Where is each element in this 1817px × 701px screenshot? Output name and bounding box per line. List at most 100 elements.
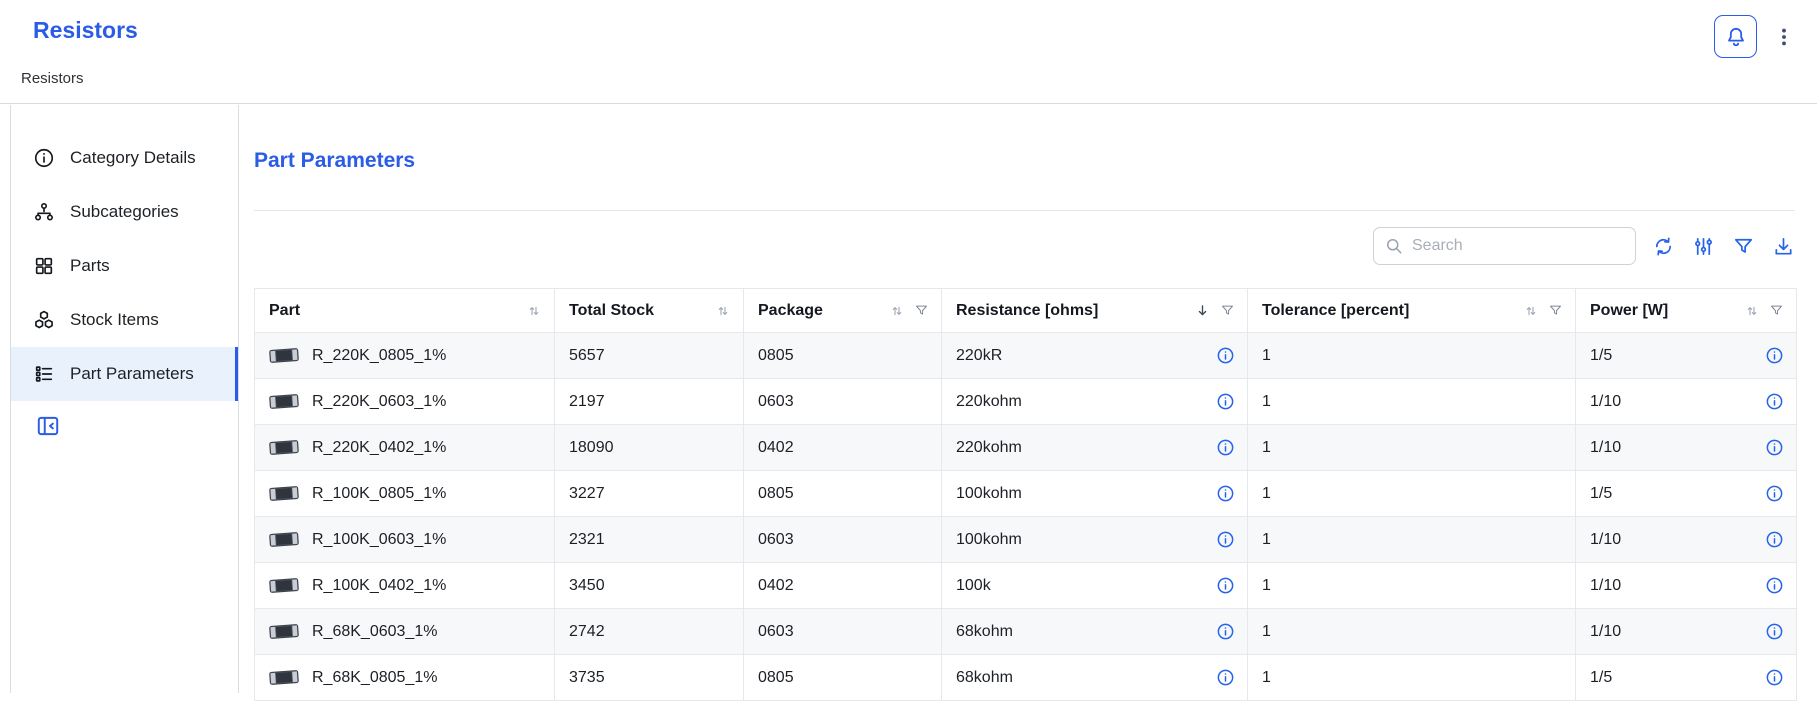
table-row[interactable]: R_220K_0603_1%21970603220kohm11/10 xyxy=(255,379,1797,425)
column-header-part[interactable]: Part xyxy=(255,289,555,333)
page-title: Resistors xyxy=(33,17,138,44)
cell-package: 0805 xyxy=(744,471,942,517)
cell-part: R_68K_0603_1% xyxy=(255,609,555,655)
column-header-resistance[interactable]: Resistance [ohms] xyxy=(942,289,1248,333)
column-filter-icon[interactable] xyxy=(1769,303,1784,318)
cell-value: 3735 xyxy=(569,669,605,686)
sidebar-item-part-parameters[interactable]: Part Parameters xyxy=(11,347,238,401)
cell-part: R_100K_0603_1% xyxy=(255,517,555,563)
sidebar-item-category-details[interactable]: Category Details xyxy=(11,131,238,185)
sidebar-item-label: Stock Items xyxy=(70,310,159,330)
column-filter-icon[interactable] xyxy=(1548,303,1563,318)
sort-icon[interactable] xyxy=(1523,303,1539,319)
table-row[interactable]: R_100K_0805_1%32270805100kohm11/5 xyxy=(255,471,1797,517)
cell-value: 2321 xyxy=(569,531,605,548)
part-name: R_100K_0603_1% xyxy=(312,531,446,549)
main-panel: Part Parameters PartTotal StockPackageRe… xyxy=(240,105,1817,693)
column-header-package[interactable]: Package xyxy=(744,289,942,333)
info-icon[interactable] xyxy=(1216,622,1235,641)
part-name: R_220K_0402_1% xyxy=(312,439,446,457)
info-icon[interactable] xyxy=(1765,530,1784,549)
cell-package: 0603 xyxy=(744,379,942,425)
sort-desc-icon[interactable] xyxy=(1194,302,1211,319)
refresh-icon xyxy=(1652,235,1675,258)
info-icon[interactable] xyxy=(1765,668,1784,687)
cell-part: R_100K_0805_1% xyxy=(255,471,555,517)
cell-value: 68kohm xyxy=(956,623,1013,641)
download-button[interactable] xyxy=(1772,235,1795,258)
cell-total_stock: 2742 xyxy=(555,609,744,655)
column-header-power[interactable]: Power [W] xyxy=(1576,289,1797,333)
info-icon[interactable] xyxy=(1765,438,1784,457)
cell-package: 0402 xyxy=(744,563,942,609)
column-header-tolerance[interactable]: Tolerance [percent] xyxy=(1248,289,1576,333)
column-header-total_stock[interactable]: Total Stock xyxy=(555,289,744,333)
sort-icon[interactable] xyxy=(889,303,905,319)
breadcrumb: Resistors xyxy=(21,70,84,87)
sidebar-item-parts[interactable]: Parts xyxy=(11,239,238,293)
info-icon[interactable] xyxy=(1216,392,1235,411)
sidebar-item-subcategories[interactable]: Subcategories xyxy=(11,185,238,239)
cell-power: 1/5 xyxy=(1576,655,1797,701)
sort-icon[interactable] xyxy=(526,303,542,319)
info-icon[interactable] xyxy=(1216,346,1235,365)
cell-resistance: 68kohm xyxy=(942,609,1248,655)
cell-power: 1/10 xyxy=(1576,425,1797,471)
kebab-menu-icon xyxy=(1773,26,1795,48)
column-filter-icon[interactable] xyxy=(914,303,929,318)
sort-icon[interactable] xyxy=(1744,303,1760,319)
cell-total_stock: 2197 xyxy=(555,379,744,425)
cell-value: 1/10 xyxy=(1590,531,1621,549)
cell-part: R_220K_0603_1% xyxy=(255,379,555,425)
sort-icon[interactable] xyxy=(715,303,731,319)
info-icon[interactable] xyxy=(1765,346,1784,365)
cell-package: 0805 xyxy=(744,655,942,701)
column-label: Power [W] xyxy=(1590,302,1668,320)
cell-value: 5657 xyxy=(569,347,605,364)
cell-value: 1 xyxy=(1262,669,1271,686)
kebab-menu-button[interactable] xyxy=(1773,23,1795,51)
table-row[interactable]: R_100K_0603_1%23210603100kohm11/10 xyxy=(255,517,1797,563)
column-label: Package xyxy=(758,302,823,320)
info-icon[interactable] xyxy=(1765,484,1784,503)
sliders-button[interactable] xyxy=(1692,235,1715,258)
part-thumbnail-icon xyxy=(268,484,299,503)
sidebar-collapse-button[interactable] xyxy=(35,413,61,444)
info-icon[interactable] xyxy=(1216,668,1235,687)
search-input[interactable] xyxy=(1412,237,1625,255)
column-filter-icon[interactable] xyxy=(1220,303,1235,318)
refresh-button[interactable] xyxy=(1652,235,1675,258)
info-icon[interactable] xyxy=(1216,438,1235,457)
cell-part: R_100K_0402_1% xyxy=(255,563,555,609)
info-icon[interactable] xyxy=(1216,530,1235,549)
info-icon[interactable] xyxy=(1216,484,1235,503)
info-icon[interactable] xyxy=(1765,392,1784,411)
sidebar-item-stock-items[interactable]: Stock Items xyxy=(11,293,238,347)
cell-resistance: 100k xyxy=(942,563,1248,609)
cell-power: 1/10 xyxy=(1576,563,1797,609)
cell-value: 1 xyxy=(1262,439,1271,456)
bell-icon xyxy=(1724,25,1748,49)
cell-total_stock: 3735 xyxy=(555,655,744,701)
info-icon[interactable] xyxy=(1765,576,1784,595)
cell-total_stock: 5657 xyxy=(555,333,744,379)
search-box[interactable] xyxy=(1373,227,1636,265)
bell-button[interactable] xyxy=(1714,15,1757,58)
cell-value: 1 xyxy=(1262,623,1271,640)
table-row[interactable]: R_68K_0805_1%3735080568kohm11/5 xyxy=(255,655,1797,701)
cell-power: 1/10 xyxy=(1576,517,1797,563)
part-name: R_68K_0805_1% xyxy=(312,669,437,687)
table-row[interactable]: R_220K_0402_1%180900402220kohm11/10 xyxy=(255,425,1797,471)
cell-tolerance: 1 xyxy=(1248,655,1576,701)
table-row[interactable]: R_68K_0603_1%2742060368kohm11/10 xyxy=(255,609,1797,655)
cell-value: 220kohm xyxy=(956,439,1022,457)
cell-value: 100k xyxy=(956,577,991,595)
cell-value: 1 xyxy=(1262,577,1271,594)
cell-tolerance: 1 xyxy=(1248,563,1576,609)
table-row[interactable]: R_220K_0805_1%56570805220kR11/5 xyxy=(255,333,1797,379)
table-row[interactable]: R_100K_0402_1%34500402100k11/10 xyxy=(255,563,1797,609)
info-icon[interactable] xyxy=(1765,622,1784,641)
info-icon[interactable] xyxy=(1216,576,1235,595)
parameters-table: PartTotal Stock Package Resistance [ohms]T… xyxy=(254,288,1797,701)
filter-button[interactable] xyxy=(1732,235,1755,258)
